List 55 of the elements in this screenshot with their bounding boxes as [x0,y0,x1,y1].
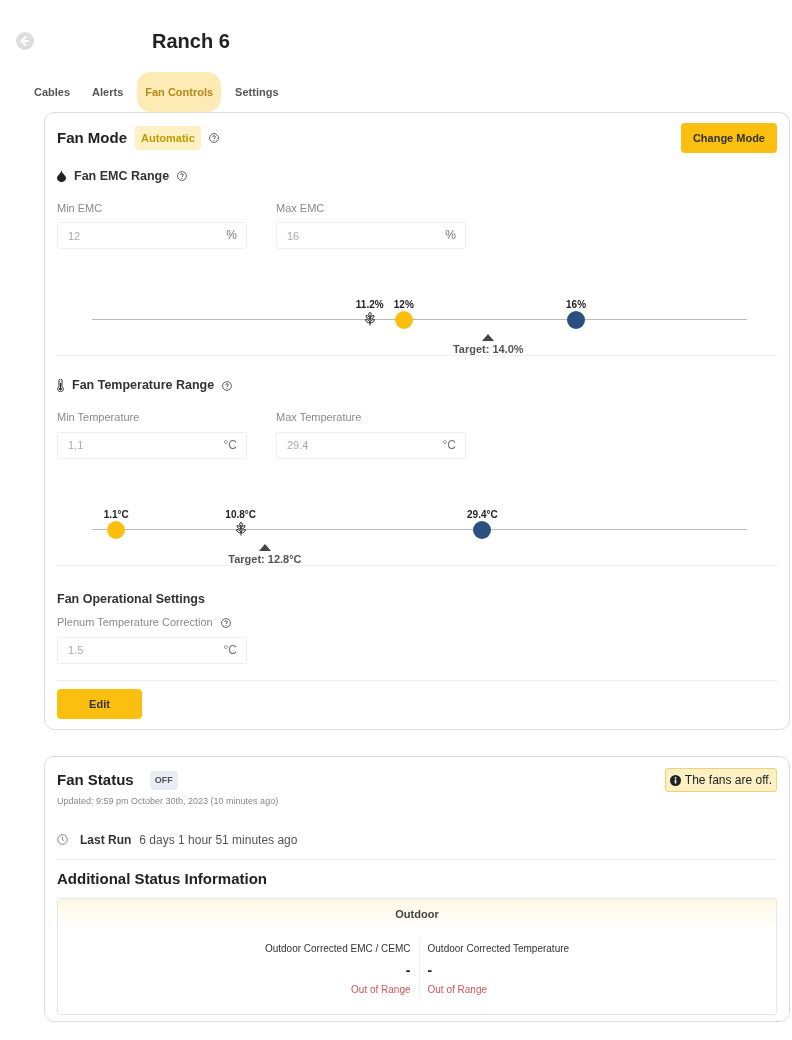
marker-label: 10.8°C [225,507,256,522]
updated-text: Updated: 9:59 pm October 30th, 2023 (10 minutes ago) [57,795,280,809]
edit-button[interactable]: Edit [57,688,142,720]
card-title: Fan Mode [57,127,127,148]
reading-status: Out of Range [427,982,487,997]
last-run-label: Last Run [80,831,132,849]
change-mode-button[interactable]: Change Mode [680,122,777,154]
last-run-value: 6 days 1 hour 51 minutes ago [139,831,298,849]
unit-label: % [445,228,456,243]
marker-label: 1.1°C [103,507,129,522]
help-icon [177,171,188,182]
marker-label: 29.4°C [467,507,498,522]
reading-value: - [405,960,411,979]
max-value-thumb[interactable] [473,520,492,539]
max-value-thumb[interactable] [567,311,586,330]
help-icon [220,617,231,628]
field-label: Min Temperature [57,410,141,425]
field-label: Max EMC [276,200,326,216]
marker-label: 12% [393,298,414,313]
section-title: Fan EMC Range [74,168,170,185]
tab[interactable]: Fan Controls [137,72,222,112]
field-label: Plenum Temperature Correction [57,615,213,631]
section-title: Additional Status Information [57,868,268,889]
fans-off-alert: The fans are off. [664,768,777,793]
unit-label: °C [223,437,237,452]
status-badge: OFF [149,770,178,790]
unit-label: % [226,228,237,243]
help-icon [222,380,233,391]
reading-status: Out of Range [351,982,411,997]
reading-label: Outdoor Corrected Temperature [427,941,570,956]
section-title: Fan Temperature Range [72,377,215,395]
section-title: Fan Operational Settings [57,590,206,608]
thermometer-icon [57,379,64,393]
reading-label: Outdoor Corrected EMC / CEMC [264,941,411,956]
unit-label: °C [442,437,456,452]
card-title: Fan Status [57,770,134,790]
marker-label: 16% [566,298,587,313]
info-icon [669,774,681,786]
field-label: Max Temperature [276,410,363,425]
reading-value: - [427,960,433,979]
tab[interactable]: Alerts [84,72,132,112]
unit-label: °C [223,642,237,658]
field-label: Min EMC [57,200,104,216]
min-value-thumb[interactable] [107,520,126,539]
page-title: Ranch 6 [152,29,230,53]
help-icon [208,133,219,143]
drop-icon [57,170,66,183]
tab[interactable]: Settings [227,72,287,112]
marker-label: 11.2% [355,298,384,313]
min-value-thumb[interactable] [394,311,413,330]
marker-label: Target: 14.0% [452,342,524,358]
mode-badge: Automatic [135,125,201,151]
tab[interactable]: Cables [26,72,79,112]
marker-label: Target: 12.8°C [228,551,302,567]
clock-icon [57,834,68,846]
